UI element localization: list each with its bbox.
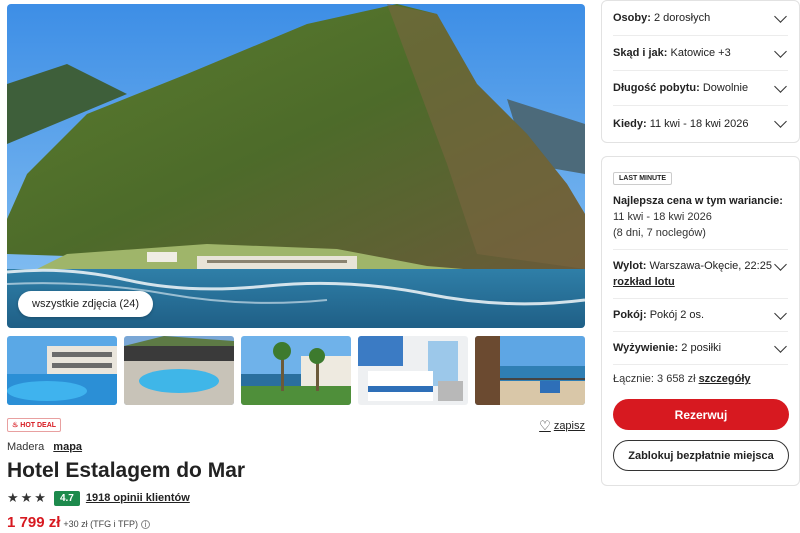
room-label: Pokój: — [613, 309, 647, 321]
flight-schedule-link[interactable]: rozkład lotu — [613, 276, 675, 288]
info-icon[interactable]: i — [140, 520, 150, 529]
price-row: 1 799 zł +30 zł (TFG i TFP) i — [7, 514, 150, 531]
divider — [613, 364, 788, 365]
chevron-down-icon — [774, 258, 787, 271]
filter-duration[interactable]: Długość pobytu: Dowolnie — [613, 71, 788, 106]
thumbnail-bedroom[interactable] — [358, 336, 468, 405]
pool-round-image — [124, 336, 234, 405]
divider — [613, 298, 788, 299]
chevron-down-icon — [774, 9, 787, 23]
divider — [613, 249, 788, 250]
search-filters-panel: Osoby: 2 dorosłych Skąd i jak: Katowice … — [601, 0, 800, 143]
filter-departure[interactable]: Skąd i jak: Katowice +3 — [613, 36, 788, 71]
landscape-image — [7, 4, 585, 328]
region-label: Madera — [7, 441, 45, 453]
divider — [613, 331, 788, 332]
offer-date-range: 11 kwi - 18 kwi 2026 — [613, 211, 712, 223]
flame-icon: ♨ — [12, 422, 19, 429]
balcony-image — [475, 336, 585, 405]
filter-label: Osoby: — [613, 12, 651, 24]
all-photos-button[interactable]: wszystkie zdjęcia (24) — [18, 291, 153, 317]
filter-value: 2 dorosłych — [653, 12, 711, 24]
filter-dates[interactable]: Kiedy: 11 kwi - 18 kwi 2026 — [613, 106, 788, 141]
chevron-down-icon — [774, 79, 787, 93]
filter-label: Skąd i jak: — [613, 47, 668, 59]
total-price: Łącznie: 3 658 zł szczegóły — [613, 373, 788, 385]
thumbnail-balcony[interactable] — [475, 336, 585, 405]
rating-row: ★★★ 4.7 1918 opinii klientów — [7, 490, 190, 506]
reviews-link[interactable]: 1918 opinii klientów — [86, 492, 190, 504]
filter-value: Dowolnie — [702, 82, 749, 94]
star-rating-icon: ★★★ — [7, 490, 48, 505]
departure-value: Warszawa-Okęcie, 22:25 — [649, 260, 772, 272]
map-link[interactable]: mapa — [53, 441, 82, 453]
palms-image — [241, 336, 351, 405]
offer-dates: 11 kwi - 18 kwi 2026 (8 dni, 7 noclegów) — [613, 209, 788, 241]
filter-value: Katowice +3 — [670, 47, 731, 59]
chevron-down-icon — [774, 340, 787, 353]
best-price-label: Najlepsza cena w tym wariancie: — [613, 195, 783, 207]
location-row: Madera mapa — [7, 441, 82, 453]
total-label: Łącznie: 3 658 zł — [613, 373, 696, 385]
hot-deal-label: HOT DEAL — [20, 421, 57, 429]
offer-panel: LAST MINUTE Najlepsza cena w tym warianc… — [601, 156, 800, 486]
board-label: Wyżywienie: — [613, 342, 679, 354]
filter-value: 11 kwi - 18 kwi 2026 — [649, 117, 749, 130]
chevron-down-icon — [774, 307, 787, 320]
reserve-button[interactable]: Rezerwuj — [613, 399, 789, 430]
price-extra: +30 zł (TFG i TFP) — [63, 519, 138, 529]
departure-label: Wylot: — [613, 260, 647, 272]
pool-image — [7, 336, 117, 405]
price-value: 1 799 zł — [7, 514, 61, 531]
main-photo[interactable] — [7, 4, 585, 328]
thumbnail-round-pool[interactable] — [124, 336, 234, 405]
board-value: 2 posiłki — [681, 342, 722, 354]
details-link[interactable]: szczegóły — [699, 373, 751, 385]
thumbnail-pool[interactable] — [7, 336, 117, 405]
last-minute-badge: LAST MINUTE — [613, 172, 673, 185]
departure-row[interactable]: Wylot: Warszawa-Okęcie, 22:25 rozkład lo… — [613, 258, 788, 290]
chevron-down-icon — [774, 115, 787, 128]
block-seats-button[interactable]: Zablokuj bezpłatnie miejsca — [613, 440, 789, 471]
save-label: zapisz — [553, 420, 585, 432]
chevron-down-icon — [774, 44, 787, 58]
filter-label: Kiedy: — [613, 117, 647, 130]
thumbnail-strip — [7, 336, 585, 405]
offer-duration: (8 dni, 7 noclegów) — [613, 227, 706, 239]
save-button[interactable]: ♡ zapisz — [539, 418, 585, 434]
board-row[interactable]: Wyżywienie: 2 posiłki — [613, 340, 788, 356]
room-row[interactable]: Pokój: Pokój 2 os. — [613, 307, 788, 323]
thumbnail-palms[interactable] — [241, 336, 351, 405]
hotel-title: Hotel Estalagem do Mar — [7, 459, 246, 482]
bedroom-image — [358, 336, 468, 405]
review-score-badge: 4.7 — [53, 490, 80, 506]
heart-icon: ♡ — [539, 418, 551, 433]
filter-persons[interactable]: Osoby: 2 dorosłych — [613, 1, 788, 36]
filter-label: Długość pobytu: — [613, 82, 700, 94]
hot-deal-badge: ♨ HOT DEAL — [7, 418, 62, 432]
room-value: Pokój 2 os. — [649, 309, 705, 321]
